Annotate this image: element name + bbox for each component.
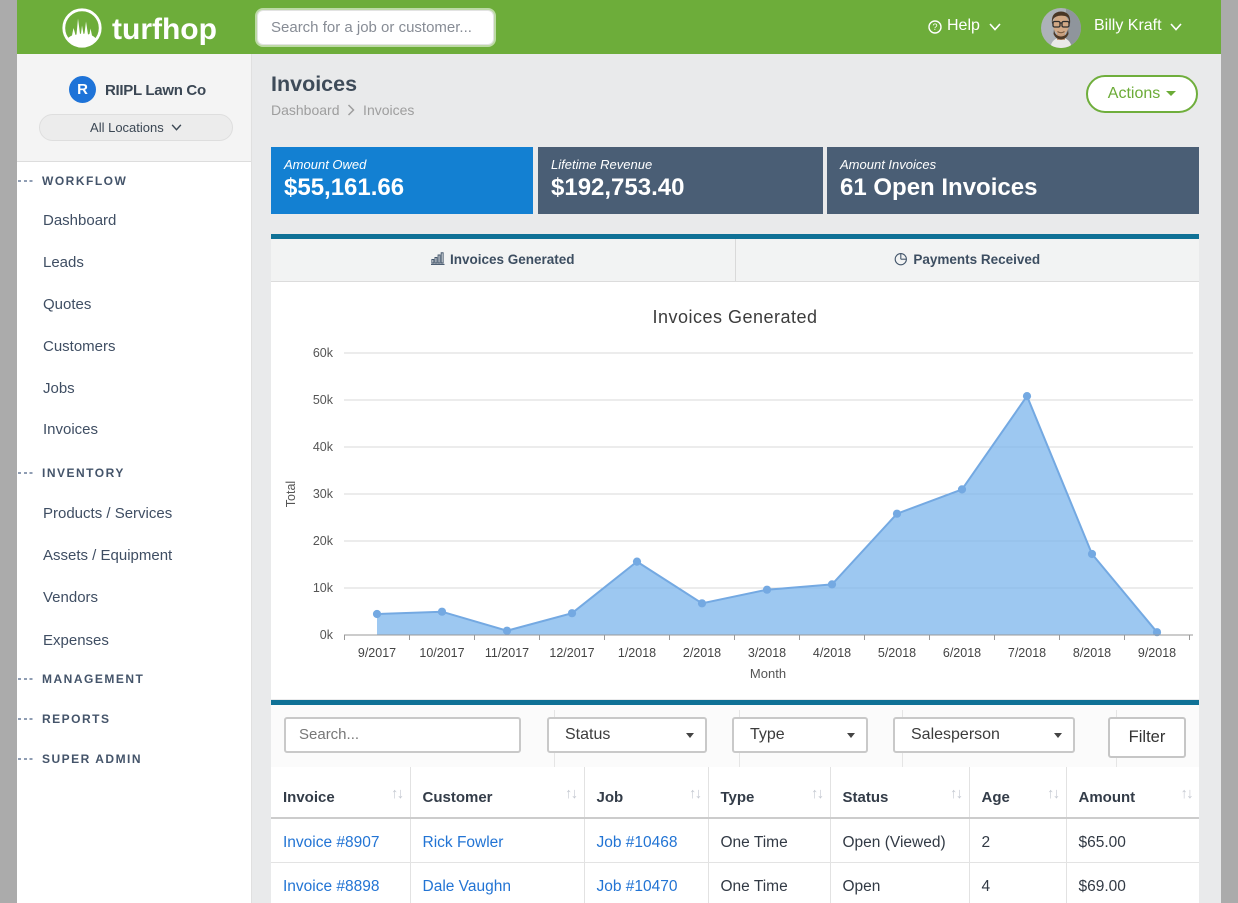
svg-text:Total: Total (284, 481, 298, 507)
svg-text:7/2018: 7/2018 (1008, 646, 1046, 660)
svg-text:8/2018: 8/2018 (1073, 646, 1111, 660)
svg-text:9/2018: 9/2018 (1138, 646, 1176, 660)
svg-text:4/2018: 4/2018 (813, 646, 851, 660)
svg-text:10k: 10k (313, 581, 334, 595)
svg-text:Month: Month (750, 666, 786, 681)
svg-text:5/2018: 5/2018 (878, 646, 916, 660)
svg-text:10/2017: 10/2017 (419, 646, 464, 660)
svg-text:9/2017: 9/2017 (358, 646, 396, 660)
svg-text:60k: 60k (313, 346, 334, 360)
svg-text:0k: 0k (320, 628, 334, 642)
svg-text:1/2018: 1/2018 (618, 646, 656, 660)
svg-text:3/2018: 3/2018 (748, 646, 786, 660)
svg-text:20k: 20k (313, 534, 334, 548)
svg-text:50k: 50k (313, 393, 334, 407)
svg-text:6/2018: 6/2018 (943, 646, 981, 660)
svg-text:Invoices Generated: Invoices Generated (652, 307, 817, 327)
svg-text:12/2017: 12/2017 (549, 646, 594, 660)
svg-text:40k: 40k (313, 440, 334, 454)
svg-text:2/2018: 2/2018 (683, 646, 721, 660)
svg-text:?: ? (932, 22, 937, 32)
svg-text:11/2017: 11/2017 (485, 646, 529, 660)
svg-text:30k: 30k (313, 487, 334, 501)
